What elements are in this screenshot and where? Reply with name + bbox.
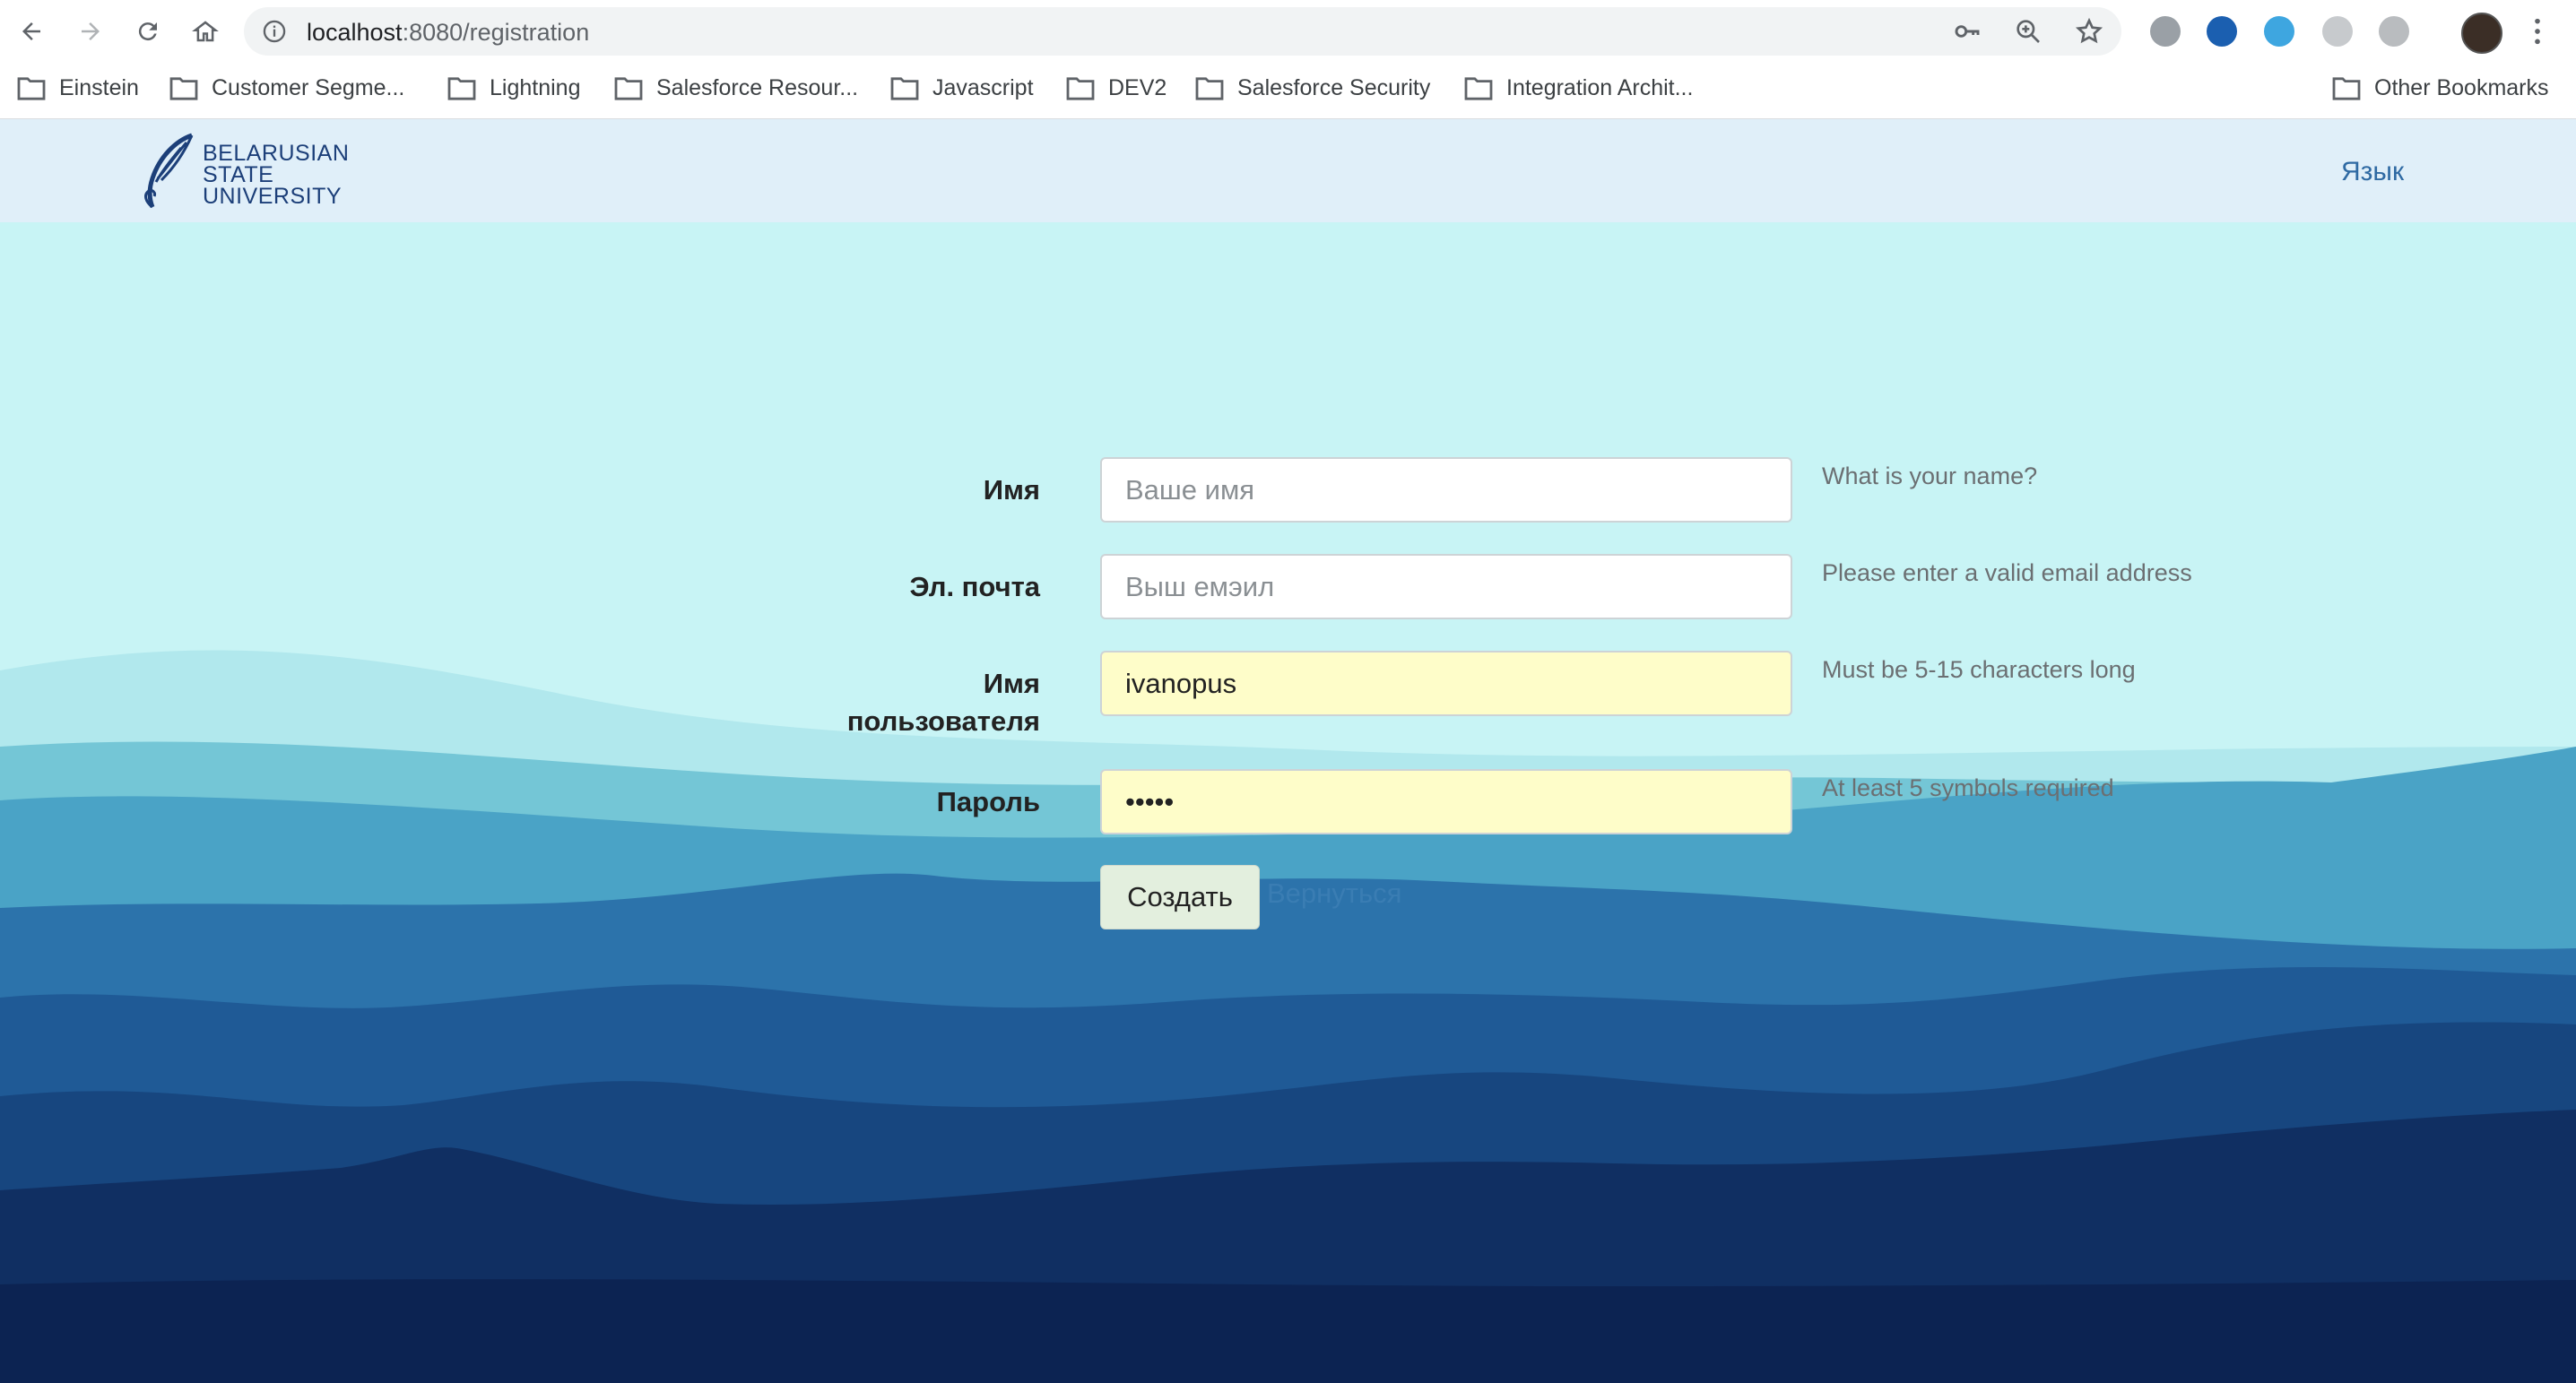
folder-icon xyxy=(1066,76,1095,100)
logo-line: UNIVERSITY xyxy=(203,184,343,209)
registration-page: BELARUSIAN STATE UNIVERSITY Язык Имя Wha… xyxy=(0,119,2576,1383)
name-label: Имя xyxy=(983,474,1040,506)
username-input[interactable] xyxy=(1100,651,1792,716)
folder-icon xyxy=(169,76,198,100)
bookmark-label: Salesforce Resour... xyxy=(656,75,859,100)
extension-3-icon[interactable] xyxy=(2264,16,2294,47)
folder-icon xyxy=(1195,76,1224,100)
bookmark-folder[interactable]: Integration Archit... xyxy=(1463,75,1693,101)
university-feather-logo-icon[interactable] xyxy=(140,132,199,217)
extension-5-icon[interactable] xyxy=(2379,16,2409,47)
folder-icon xyxy=(17,76,46,100)
bookmark-folder[interactable]: Einstein xyxy=(16,75,139,101)
bookmark-label: Salesforce Security xyxy=(1237,75,1431,100)
username-hint: Must be 5-15 characters long xyxy=(1822,656,2136,683)
info-icon[interactable] xyxy=(262,19,287,48)
logo-line: STATE xyxy=(203,162,274,187)
language-menu-link[interactable]: Язык xyxy=(2341,157,2404,187)
create-button[interactable]: Создать xyxy=(1100,865,1260,929)
password-hint: At least 5 symbols required xyxy=(1822,774,2114,801)
bookmark-label: Integration Archit... xyxy=(1506,75,1694,100)
bookmark-folder[interactable]: DEV2 xyxy=(1065,75,1167,101)
bookmark-folder[interactable]: Salesforce Resour... xyxy=(613,75,858,101)
site-header: BELARUSIAN STATE UNIVERSITY Язык xyxy=(0,119,2576,222)
browser-toolbar: localhost:8080/registration xyxy=(0,0,2576,63)
username-label: Имя пользователя xyxy=(744,665,1040,740)
logo-line: BELARUSIAN xyxy=(203,141,350,166)
bookmarks-bar: Einstein Customer Segme... Lightning Sal… xyxy=(0,63,2576,119)
bookmark-label: Javascript xyxy=(932,75,1034,100)
university-logo-text: BELARUSIAN STATE UNIVERSITY xyxy=(203,141,350,209)
url-text: localhost:8080/registration xyxy=(307,19,589,47)
url-host: localhost xyxy=(307,19,403,46)
url-path: :8080/registration xyxy=(402,19,590,46)
bookmark-label: Other Bookmarks xyxy=(2374,75,2549,100)
reload-icon[interactable] xyxy=(127,11,169,52)
email-label: Эл. почта xyxy=(909,571,1040,602)
more-menu-icon[interactable] xyxy=(2528,16,2546,51)
mountain-background xyxy=(0,650,2576,1383)
bookmark-star-icon[interactable] xyxy=(2075,17,2103,46)
address-bar[interactable]: localhost:8080/registration xyxy=(244,7,2121,56)
bookmark-label: Customer Segme... xyxy=(212,75,405,100)
bookmark-folder[interactable]: Customer Segme... xyxy=(169,75,404,101)
name-hint: What is your name? xyxy=(1822,462,2038,489)
folder-icon xyxy=(447,76,476,100)
username-label-line: пользователя xyxy=(846,705,1040,737)
folder-icon xyxy=(1464,76,1493,100)
back-link[interactable]: Вернуться xyxy=(1267,877,1401,910)
password-input[interactable] xyxy=(1100,769,1792,834)
username-label-line: Имя xyxy=(983,668,1040,699)
bookmark-folder[interactable]: Salesforce Security xyxy=(1194,75,1430,101)
bookmark-label: Einstein xyxy=(59,75,139,100)
home-icon[interactable] xyxy=(185,11,226,52)
zoom-icon[interactable] xyxy=(2014,17,2043,46)
folder-icon xyxy=(2332,76,2361,100)
extension-4-icon[interactable] xyxy=(2322,16,2353,47)
other-bookmarks-folder[interactable]: Other Bookmarks xyxy=(2331,75,2549,101)
name-input[interactable] xyxy=(1100,457,1792,523)
password-label: Пароль xyxy=(936,786,1040,817)
email-hint: Please enter a valid email address xyxy=(1822,559,2192,586)
email-input[interactable] xyxy=(1100,554,1792,619)
back-arrow-icon[interactable] xyxy=(11,11,52,52)
key-icon[interactable] xyxy=(1953,17,1982,46)
bookmark-folder[interactable]: Lightning xyxy=(447,75,580,101)
forward-arrow-icon[interactable] xyxy=(70,11,111,52)
profile-avatar[interactable] xyxy=(2461,13,2502,54)
folder-icon xyxy=(890,76,919,100)
extension-2-icon[interactable] xyxy=(2207,16,2237,47)
extension-1-icon[interactable] xyxy=(2150,16,2181,47)
bookmark-folder[interactable]: Javascript xyxy=(889,75,1034,101)
bookmark-label: DEV2 xyxy=(1108,75,1167,100)
bookmark-label: Lightning xyxy=(490,75,581,100)
folder-icon xyxy=(614,76,643,100)
